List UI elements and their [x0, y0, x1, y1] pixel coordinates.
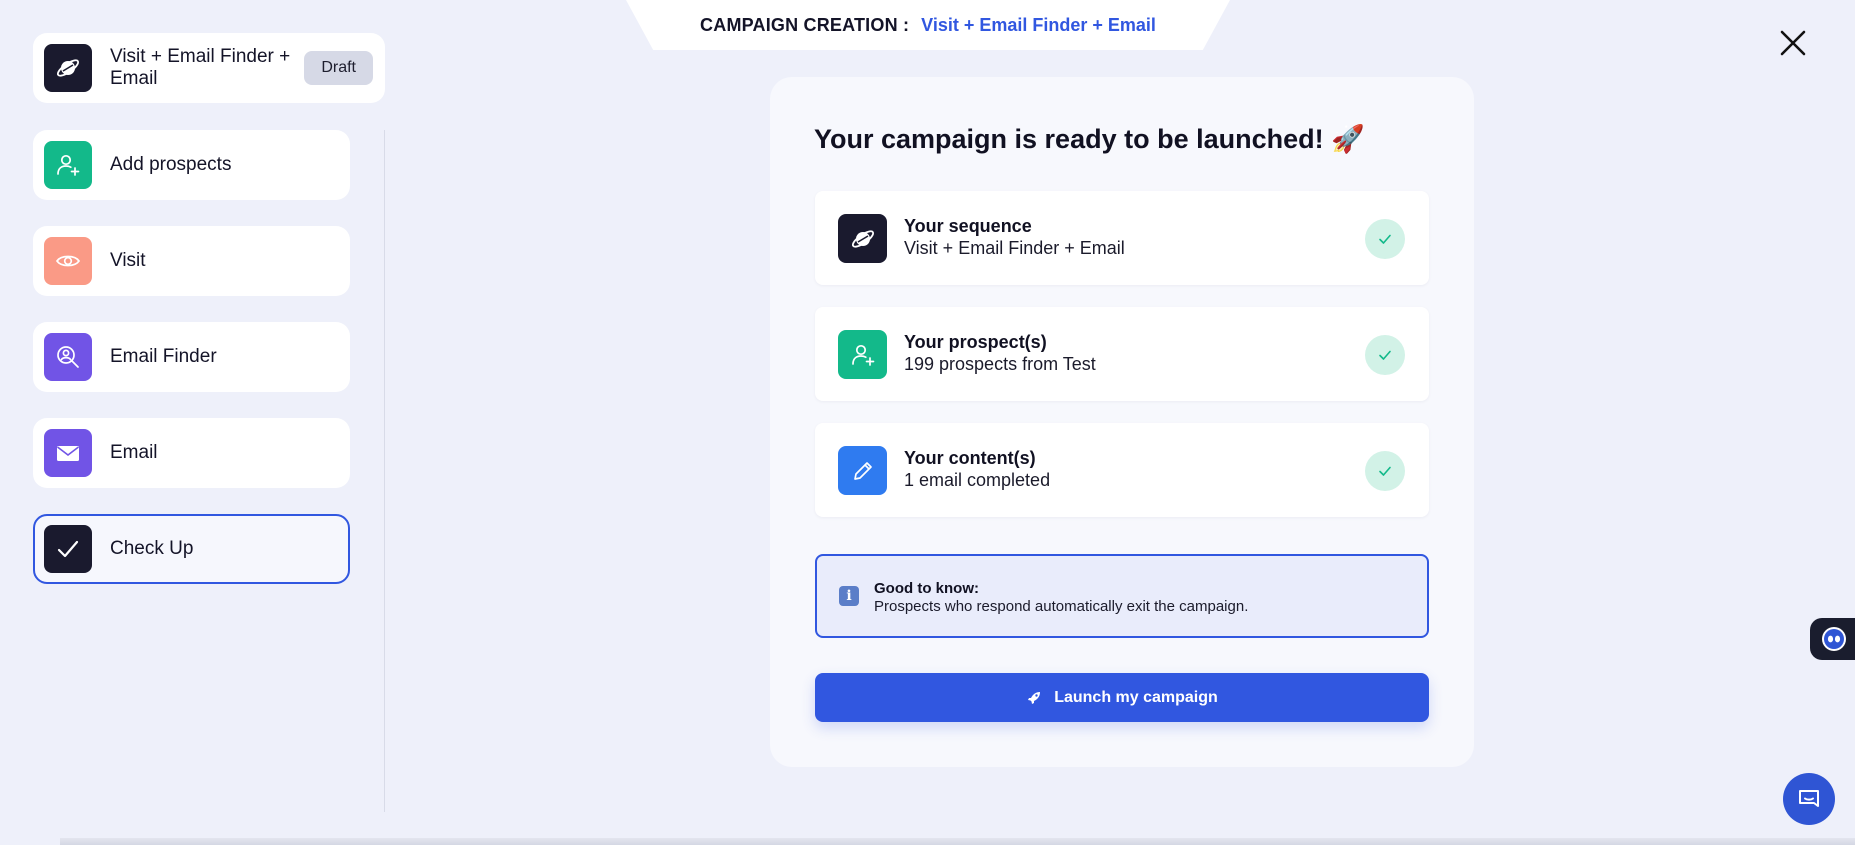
user-plus-icon [838, 330, 887, 379]
bottom-edge [60, 838, 1855, 845]
close-button[interactable] [1778, 28, 1808, 58]
notice-heading: Good to know: [874, 580, 979, 597]
check-icon [1365, 335, 1405, 375]
header-label: CAMPAIGN CREATION : [700, 14, 910, 35]
notice-body: Prospects who respond automatically exit… [874, 598, 1249, 615]
pencil-icon [838, 446, 887, 495]
chat-support-button[interactable] [1783, 773, 1835, 825]
checkup-panel: Your campaign is ready to be launched! 🚀… [770, 77, 1474, 767]
assistant-bot-tab[interactable] [1810, 618, 1855, 660]
good-to-know-notice: i Good to know: Prospects who respond au… [815, 554, 1429, 638]
envelope-icon [44, 429, 92, 477]
close-icon [1780, 30, 1806, 56]
summary-card-sequence: Your sequence Visit + Email Finder + Ema… [815, 191, 1429, 285]
summary-title: Your prospect(s) [904, 332, 1047, 352]
sidebar-divider [384, 130, 385, 812]
campaign-card[interactable]: Visit + Email Finder + Email Draft [33, 33, 385, 103]
email-finder-icon [44, 333, 92, 381]
summary-card-content: Your content(s) 1 email completed [815, 423, 1429, 517]
sidebar-item-label: Add prospects [110, 154, 232, 175]
summary-title: Your content(s) [904, 448, 1036, 468]
summary-title: Your sequence [904, 216, 1032, 236]
sidebar-item-visit[interactable]: Visit [33, 226, 350, 296]
eye-icon [44, 237, 92, 285]
launch-campaign-button[interactable]: Launch my campaign [815, 673, 1429, 722]
rocket-icon [1028, 691, 1041, 704]
planet-icon [44, 44, 92, 92]
header-campaign-name: Visit + Email Finder + Email [921, 14, 1156, 35]
summary-card-prospects: Your prospect(s) 199 prospects from Test [815, 307, 1429, 401]
sidebar-item-label: Visit [110, 250, 146, 271]
chat-icon [1799, 790, 1819, 807]
sidebar-item-email[interactable]: Email [33, 418, 350, 488]
summary-value: Visit + Email Finder + Email [904, 238, 1125, 258]
campaign-header: CAMPAIGN CREATION : Visit + Email Finder… [626, 0, 1230, 50]
summary-value: 1 email completed [904, 470, 1051, 490]
planet-icon [838, 214, 887, 263]
sidebar-item-label: Check Up [110, 538, 194, 559]
sidebar-item-email-finder[interactable]: Email Finder [33, 322, 350, 392]
campaign-name: Visit + Email Finder + Email [110, 46, 291, 89]
sidebar-item-check-up[interactable]: Check Up [33, 514, 350, 584]
status-badge: Draft [304, 51, 373, 85]
check-icon [1365, 451, 1405, 491]
checkmark-icon [44, 525, 92, 573]
summary-value: 199 prospects from Test [904, 354, 1096, 374]
user-plus-icon [44, 141, 92, 189]
robot-icon [1822, 627, 1846, 651]
info-icon: i [839, 586, 859, 606]
sidebar-item-add-prospects[interactable]: Add prospects [33, 130, 350, 200]
launch-button-label: Launch my campaign [1054, 688, 1218, 706]
check-icon [1365, 219, 1405, 259]
sidebar-item-label: Email Finder [110, 346, 217, 367]
page-title: Your campaign is ready to be launched! 🚀 [814, 124, 1365, 154]
sidebar-item-label: Email [110, 442, 158, 463]
